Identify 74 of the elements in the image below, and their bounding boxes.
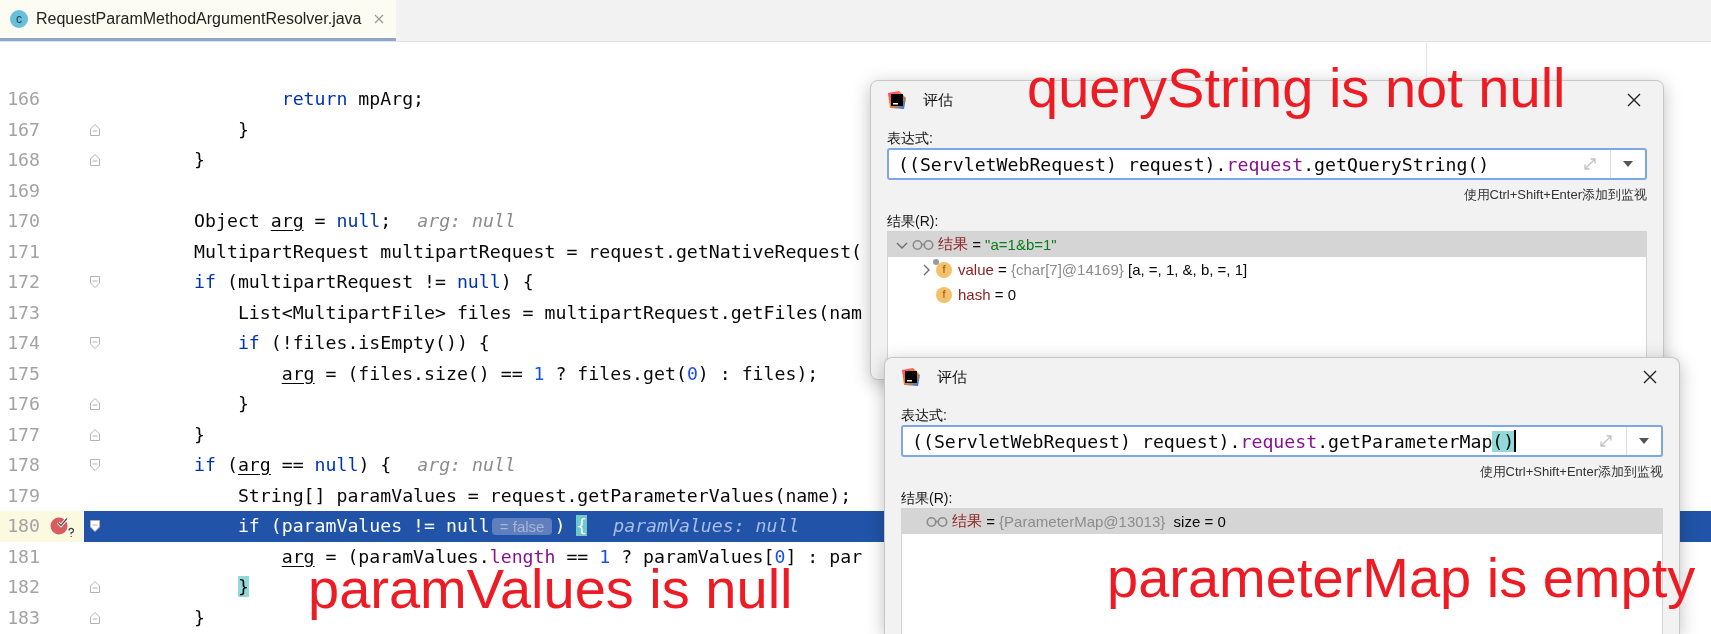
fold-marker-icon[interactable]	[89, 153, 102, 168]
code-line: }	[236, 117, 249, 142]
dialog-title: 评估	[937, 367, 967, 387]
code-line: }	[193, 148, 206, 172]
code-line: List<MultipartFile> files = multipartRequest.getFiles(nam	[236, 300, 863, 325]
expand-icon[interactable]	[1598, 433, 1614, 449]
results-label: 结果(R):	[901, 489, 954, 507]
line-number: 180	[6, 514, 40, 538]
line-number: 166	[6, 87, 40, 111]
code-line: String[] paramValues = request.getParameterValues(name);	[236, 483, 852, 508]
fold-marker-icon[interactable]	[89, 519, 102, 534]
fold-marker-icon[interactable]	[89, 458, 102, 473]
tree-row[interactable]: 结果 = "a=1&b=1"	[888, 232, 1646, 257]
glasses-icon	[912, 238, 934, 251]
close-icon[interactable]	[1627, 93, 1641, 107]
file-tab[interactable]: c RequestParamMethodArgumentResolver.java	[0, 0, 396, 41]
tree-row[interactable]: f value = {char[7]@14169} [a, =, 1, &, b, =, 1]	[888, 257, 1646, 282]
expression-field[interactable]: ((ServletWebRequest) request).request.getParameterMap()	[901, 425, 1663, 457]
fold-marker-icon[interactable]	[89, 275, 102, 290]
fold-marker-icon[interactable]	[89, 122, 102, 137]
line-number: 171	[6, 239, 40, 264]
code-line: Object arg = null;	[193, 209, 392, 233]
line-number: 176	[6, 392, 40, 416]
expression-field[interactable]: ((ServletWebRequest) request).request.getQueryString()	[887, 148, 1647, 180]
code-line: }	[193, 605, 206, 630]
line-number: 173	[6, 300, 40, 325]
shortcut-hint: 使用Ctrl+Shift+Enter添加到监视	[1462, 186, 1647, 204]
fold-marker-icon[interactable]	[89, 397, 102, 412]
line-number: 178	[6, 453, 40, 477]
code-line: }	[193, 422, 206, 447]
code-line: if (arg == null) {	[193, 453, 392, 477]
field-label: 表达式:	[901, 406, 948, 425]
code-line: if (paramValues != null = false ) {	[236, 514, 588, 538]
app-logo-icon	[901, 367, 921, 387]
glasses-icon	[926, 515, 948, 528]
line-number: 167	[6, 117, 40, 142]
code-line: arg = (files.size() == 1 ? files.get(0) : files);	[280, 361, 819, 386]
code-line: return mpArg;	[280, 87, 425, 111]
field-icon: f	[936, 286, 952, 303]
line-number: 183	[6, 605, 40, 630]
dialog-title: 评估	[923, 90, 953, 110]
results-label: 结果(R):	[887, 212, 940, 230]
line-number: 168	[6, 148, 40, 172]
code-line: if (!files.isEmpty()) {	[236, 331, 490, 355]
line-number: 177	[6, 422, 40, 447]
inline-value-hint: paramValues: null	[613, 514, 800, 538]
line-number: 172	[6, 270, 40, 294]
line-number: 174	[6, 331, 40, 355]
tree-row[interactable]: 结果 = {ParameterMap@13013} size = 0	[902, 509, 1662, 534]
fold-marker-icon[interactable]	[89, 580, 102, 595]
tree-row[interactable]: f hash = 0	[888, 282, 1646, 307]
code-line: }	[236, 392, 249, 416]
dropdown-caret-icon[interactable]	[1639, 438, 1649, 444]
line-number: 170	[6, 209, 40, 233]
app-logo-icon	[887, 90, 907, 110]
line-number: 169	[6, 178, 40, 203]
fold-marker-icon[interactable]	[89, 427, 102, 442]
fold-marker-icon[interactable]	[89, 610, 102, 625]
field-label: 表达式:	[887, 129, 934, 148]
code-line: if (multipartRequest != null) {	[193, 270, 534, 294]
expand-icon[interactable]	[1582, 156, 1598, 172]
inline-value-hint: arg: null	[417, 209, 516, 233]
close-icon[interactable]	[1643, 370, 1657, 384]
code-line: MultipartRequest multipartRequest = request.getNativeRequest(	[193, 239, 863, 264]
class-icon: c	[10, 10, 28, 28]
shortcut-hint: 使用Ctrl+Shift+Enter添加到监视	[1478, 463, 1663, 481]
line-number: 179	[6, 483, 40, 508]
fold-marker-icon[interactable]	[89, 336, 102, 351]
inline-value-hint: arg: null	[417, 453, 516, 477]
line-number: 175	[6, 361, 40, 386]
line-number: 182	[6, 575, 40, 599]
dropdown-caret-icon[interactable]	[1623, 161, 1633, 167]
field-icon: f	[936, 261, 952, 278]
line-number: 181	[6, 544, 40, 569]
